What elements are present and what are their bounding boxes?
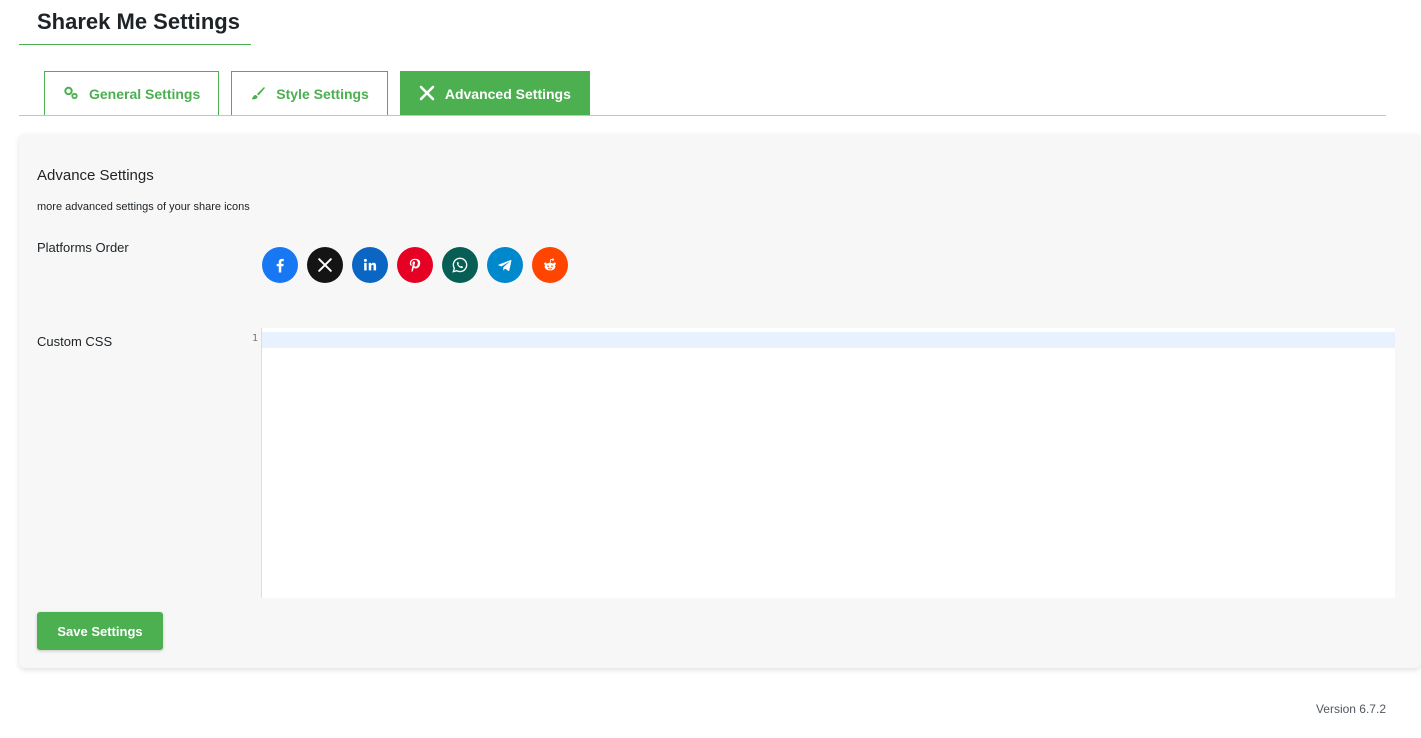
x-icon[interactable] bbox=[307, 247, 343, 283]
whatsapp-icon[interactable] bbox=[442, 247, 478, 283]
line-number: 1 bbox=[251, 333, 258, 344]
platforms-order-list bbox=[262, 247, 568, 283]
tab-general-settings[interactable]: General Settings bbox=[44, 71, 220, 116]
gears-icon bbox=[63, 85, 79, 104]
tab-label: General Settings bbox=[89, 86, 201, 102]
custom-css-label: Custom CSS bbox=[37, 334, 113, 349]
brush-icon bbox=[250, 85, 266, 104]
platforms-order-label: Platforms Order bbox=[37, 240, 129, 255]
section-description: more advanced settings of your share ico… bbox=[37, 201, 250, 213]
tab-label: Style Settings bbox=[276, 86, 369, 102]
save-settings-button[interactable]: Save Settings bbox=[37, 612, 163, 650]
version-text: Version 6.7.2 bbox=[1315, 702, 1386, 716]
settings-tabs: General Settings Style Settings Advanced… bbox=[44, 71, 590, 116]
tab-label: Advanced Settings bbox=[444, 86, 571, 102]
tabs-divider bbox=[19, 115, 1386, 116]
tools-icon bbox=[419, 85, 435, 104]
pinterest-icon[interactable] bbox=[397, 247, 433, 283]
title-underline bbox=[19, 44, 251, 45]
facebook-icon[interactable] bbox=[262, 247, 298, 283]
linkedin-icon[interactable] bbox=[352, 247, 388, 283]
active-line-highlight bbox=[262, 332, 1395, 348]
tab-advanced-settings[interactable]: Advanced Settings bbox=[399, 71, 590, 116]
page-title: Sharek Me Settings bbox=[37, 9, 240, 34]
settings-panel: Advance Settings more advanced settings … bbox=[19, 134, 1421, 668]
custom-css-editor[interactable]: 1 bbox=[235, 328, 1395, 598]
reddit-icon[interactable] bbox=[532, 247, 568, 283]
tab-style-settings[interactable]: Style Settings bbox=[231, 71, 388, 116]
line-gutter: 1 bbox=[235, 328, 262, 598]
telegram-icon[interactable] bbox=[487, 247, 523, 283]
section-title: Advance Settings bbox=[37, 167, 154, 184]
